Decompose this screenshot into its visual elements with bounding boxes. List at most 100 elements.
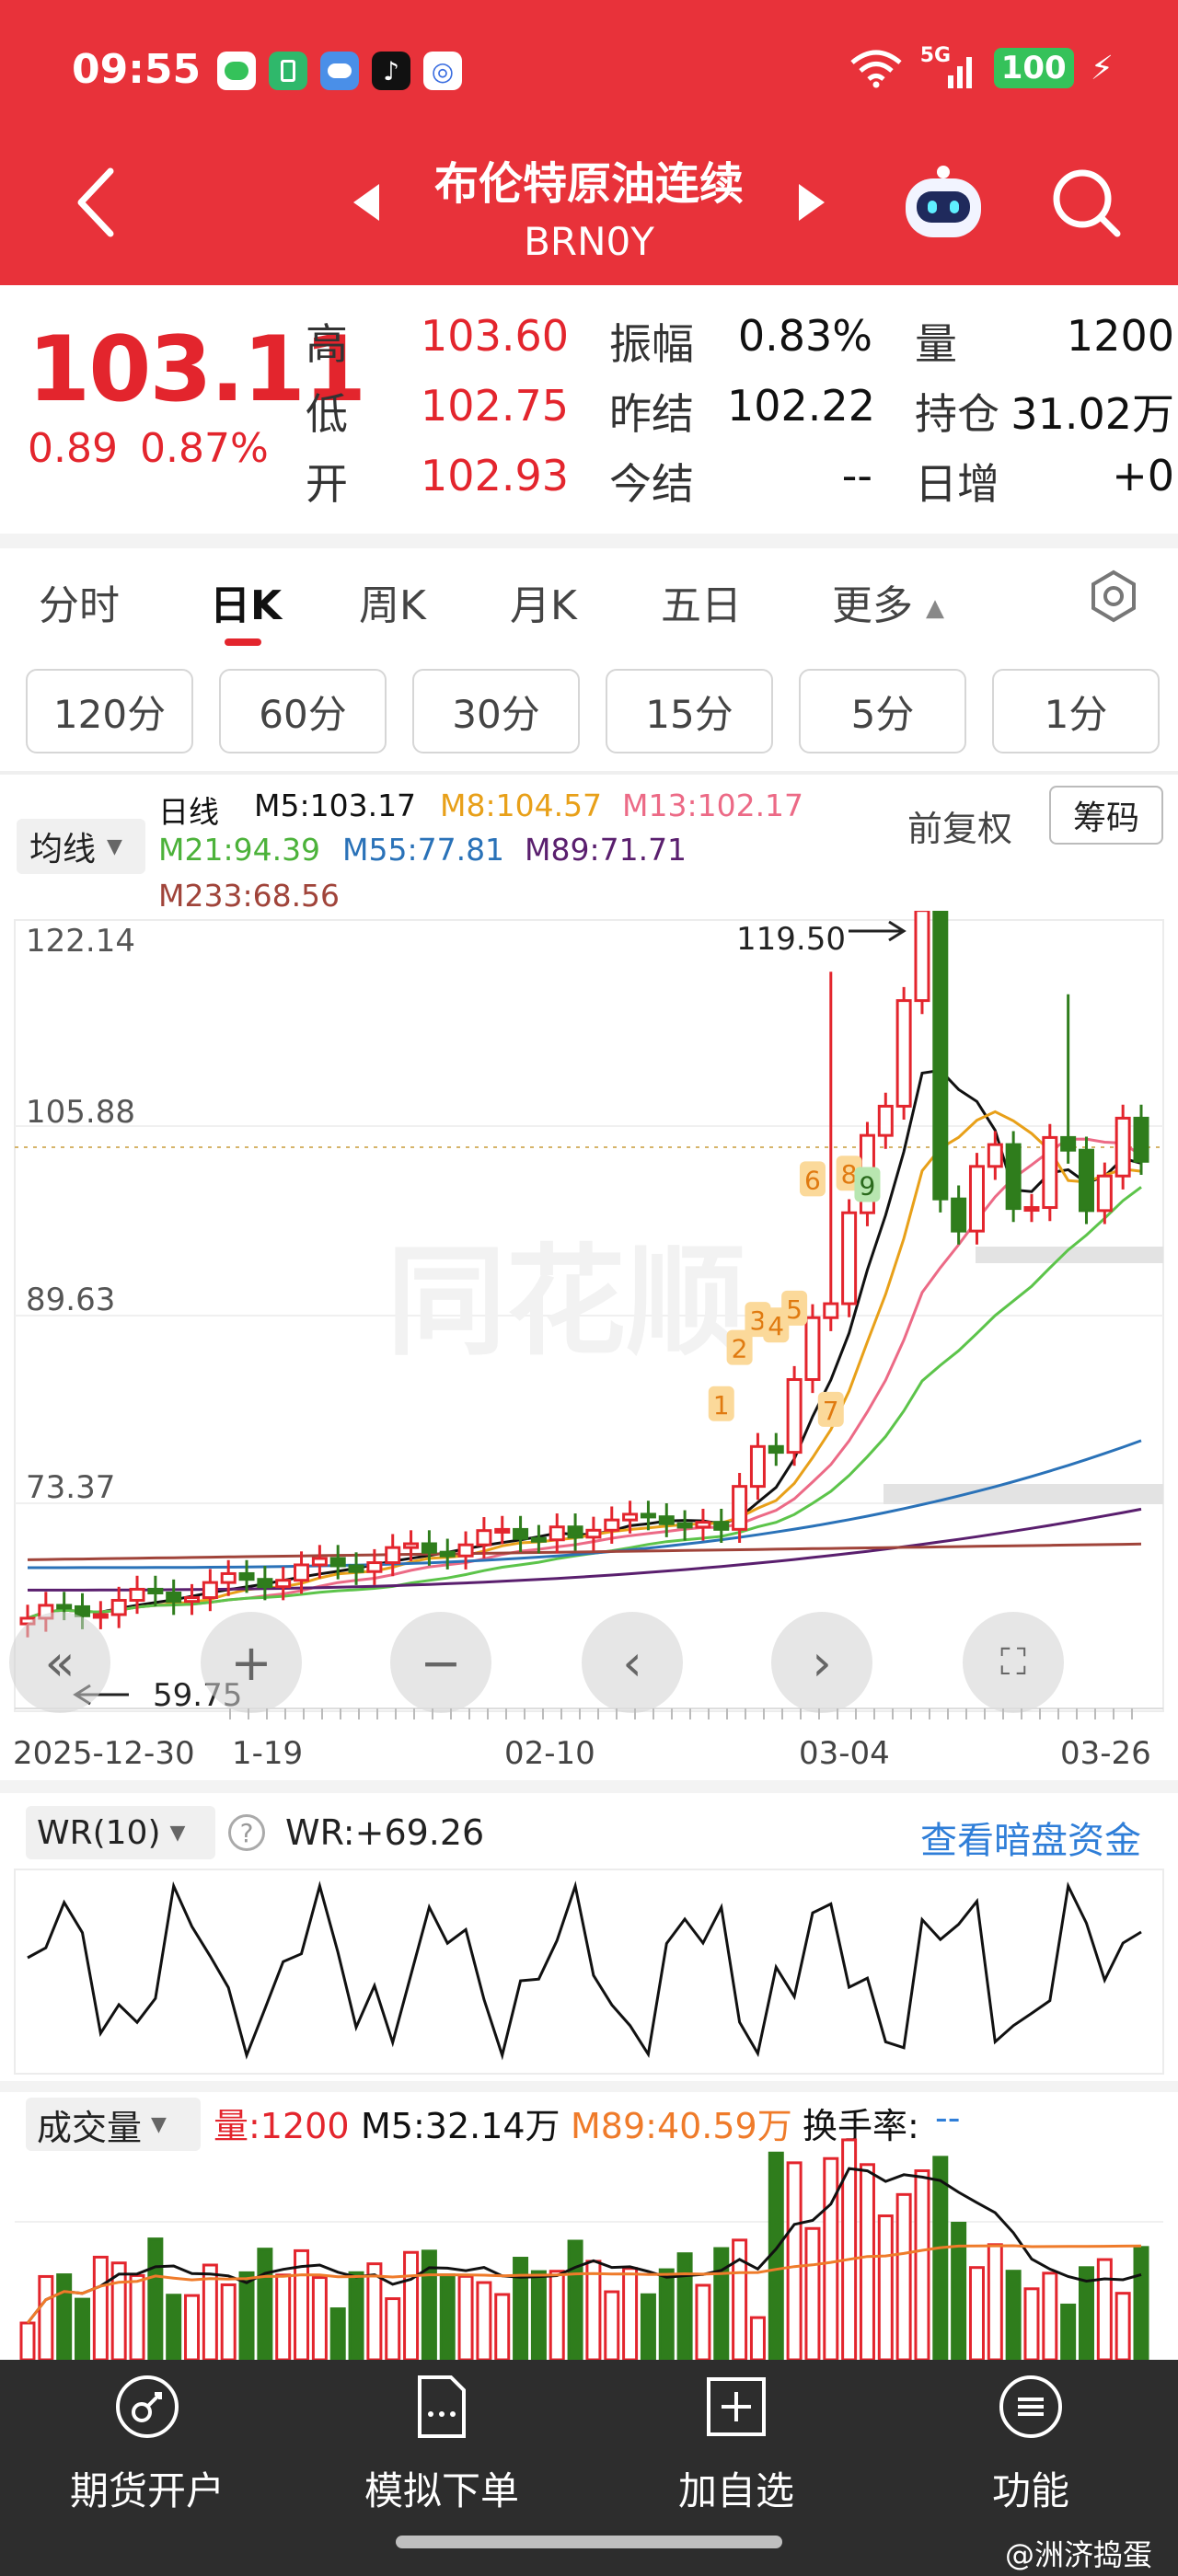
next-contract-icon[interactable] — [799, 184, 825, 221]
volume-bar — [567, 2239, 583, 2360]
volume-bar — [640, 2293, 656, 2360]
x-label: 03-04 — [799, 1735, 890, 1771]
volume-bar — [38, 2274, 54, 2360]
chevron-left-icon: ‹ — [622, 1633, 642, 1692]
candle — [877, 1092, 894, 1149]
tab-more-label: 更多 — [832, 582, 913, 629]
x-label: 1-19 — [232, 1735, 303, 1771]
sequence-marker: 9 — [854, 1167, 881, 1202]
tab-weekly-k[interactable]: 周K — [359, 572, 426, 631]
assistant-robot-icon[interactable] — [902, 166, 985, 239]
open-interest-label: 持仓 — [915, 389, 999, 439]
period-5m-button[interactable]: 5分 — [799, 669, 966, 753]
high-marker-label: 119.50 — [736, 921, 846, 958]
period-60m-button[interactable]: 60分 — [219, 669, 387, 753]
ma-m21: M21:94.39 — [158, 832, 321, 868]
volume-bar — [311, 2276, 328, 2360]
candle — [749, 1432, 766, 1501]
zoom-out-button[interactable]: − — [390, 1612, 491, 1713]
nav-sim-order-label: 模拟下单 — [364, 2468, 519, 2513]
contract-code: BRN0Y — [524, 219, 654, 264]
period-30m-button[interactable]: 30分 — [412, 669, 580, 753]
tab-timeshare[interactable]: 分时 — [39, 572, 120, 631]
volume-label: 量 — [915, 319, 957, 369]
caret-up-icon: ▲ — [926, 594, 944, 622]
ma-m5: M5:103.17 — [254, 788, 417, 823]
y-axis-labels: 122.14 105.88 89.63 73.37 — [26, 923, 135, 1506]
volume-chart — [15, 2138, 1163, 2360]
amplitude-value: 0.83% — [737, 311, 872, 361]
volume-bar — [604, 2290, 620, 2360]
volume-bar — [457, 2274, 474, 2360]
low-label: 低 — [306, 389, 348, 439]
chip-band — [884, 1484, 1163, 1504]
volume-bar — [1114, 2292, 1131, 2360]
period-120m-button[interactable]: 120分 — [26, 669, 193, 753]
volume-bar — [749, 2316, 766, 2360]
x-axis: 2025-12-30 1-19 02-10 03-04 03-26 — [13, 1708, 1163, 1771]
chips-button[interactable]: 筹码 — [1049, 786, 1163, 845]
candle — [676, 1510, 693, 1541]
active-tab-indicator — [225, 638, 261, 646]
tab-five-day[interactable]: 五日 — [661, 572, 742, 631]
nav-open-account[interactable]: 期货开户 — [0, 2374, 294, 2516]
ma-type: 日线 — [158, 794, 219, 830]
settings-icon[interactable] — [1086, 569, 1141, 624]
ma-selector[interactable]: 均线 ▼ — [17, 819, 145, 874]
candle — [110, 1586, 127, 1628]
y-tick: 122.14 — [26, 923, 135, 960]
candle — [1114, 1104, 1131, 1190]
candle — [1133, 1104, 1149, 1175]
low-value: 102.75 — [421, 381, 569, 431]
candle — [513, 1515, 529, 1552]
wr-line — [27, 1880, 1142, 2061]
weibo-watermark: @洲济捣蛋 — [1005, 2537, 1153, 2572]
add-square-icon — [707, 2377, 766, 2436]
scroll-left-button[interactable]: ‹ — [582, 1612, 683, 1713]
ma-m55: M55:77.81 — [342, 832, 505, 868]
wr-value: WR:+69.26 — [285, 1812, 485, 1853]
candle — [695, 1508, 711, 1541]
sequence-marker: 1 — [708, 1386, 734, 1421]
candle — [166, 1579, 182, 1616]
svg-text:1: 1 — [713, 1390, 730, 1420]
period-15m-button[interactable]: 15分 — [606, 669, 773, 753]
scroll-right-button[interactable]: › — [771, 1612, 872, 1713]
ma-line — [27, 1542, 1142, 1561]
amplitude-label: 振幅 — [609, 319, 694, 369]
double-left-icon: « — [44, 1633, 75, 1692]
divider — [0, 534, 1178, 548]
tab-daily-k[interactable]: 日K — [210, 572, 282, 631]
candle — [494, 1515, 511, 1545]
volume-bar — [713, 2247, 730, 2360]
nav-sim-order[interactable]: 模拟下单 — [294, 2374, 589, 2516]
volume-bar — [841, 2138, 858, 2360]
adjust-mode-button[interactable]: 前复权 — [907, 800, 1012, 851]
volume-bar — [823, 2156, 839, 2360]
volume-bar — [439, 2273, 456, 2360]
dark-pool-link[interactable]: 查看暗盘资金 — [920, 1811, 1141, 1864]
high-value: 103.60 — [421, 311, 569, 361]
open-value: 102.93 — [421, 451, 569, 500]
nav-functions[interactable]: 功能 — [884, 2374, 1178, 2516]
tab-monthly-k[interactable]: 月K — [510, 572, 577, 631]
period-1m-button[interactable]: 1分 — [992, 669, 1160, 753]
collapse-left-button[interactable]: « — [9, 1612, 110, 1713]
candle — [92, 1601, 109, 1629]
search-icon[interactable] — [1049, 166, 1123, 239]
home-indicator[interactable] — [396, 2536, 782, 2548]
wr-chart — [14, 1869, 1164, 2075]
fullscreen-button[interactable]: ⛶ — [963, 1612, 1064, 1713]
ma-m89: M89:71.71 — [525, 832, 687, 868]
high-label: 高 — [306, 319, 348, 369]
help-icon[interactable]: ? — [228, 1814, 265, 1851]
zoom-in-button[interactable]: + — [201, 1612, 302, 1713]
candle — [1042, 1123, 1058, 1222]
nav-add-watchlist[interactable]: 加自选 — [589, 2374, 884, 2516]
browser-icon: ◎ — [423, 52, 462, 90]
sequence-marker: 5 — [781, 1290, 808, 1326]
fullscreen-icon: ⛶ — [1000, 1641, 1026, 1684]
wr-selector[interactable]: WR(10) ▼ — [26, 1806, 215, 1859]
open-label: 开 — [306, 459, 348, 509]
tab-more[interactable]: 更多 ▲ — [832, 572, 944, 631]
